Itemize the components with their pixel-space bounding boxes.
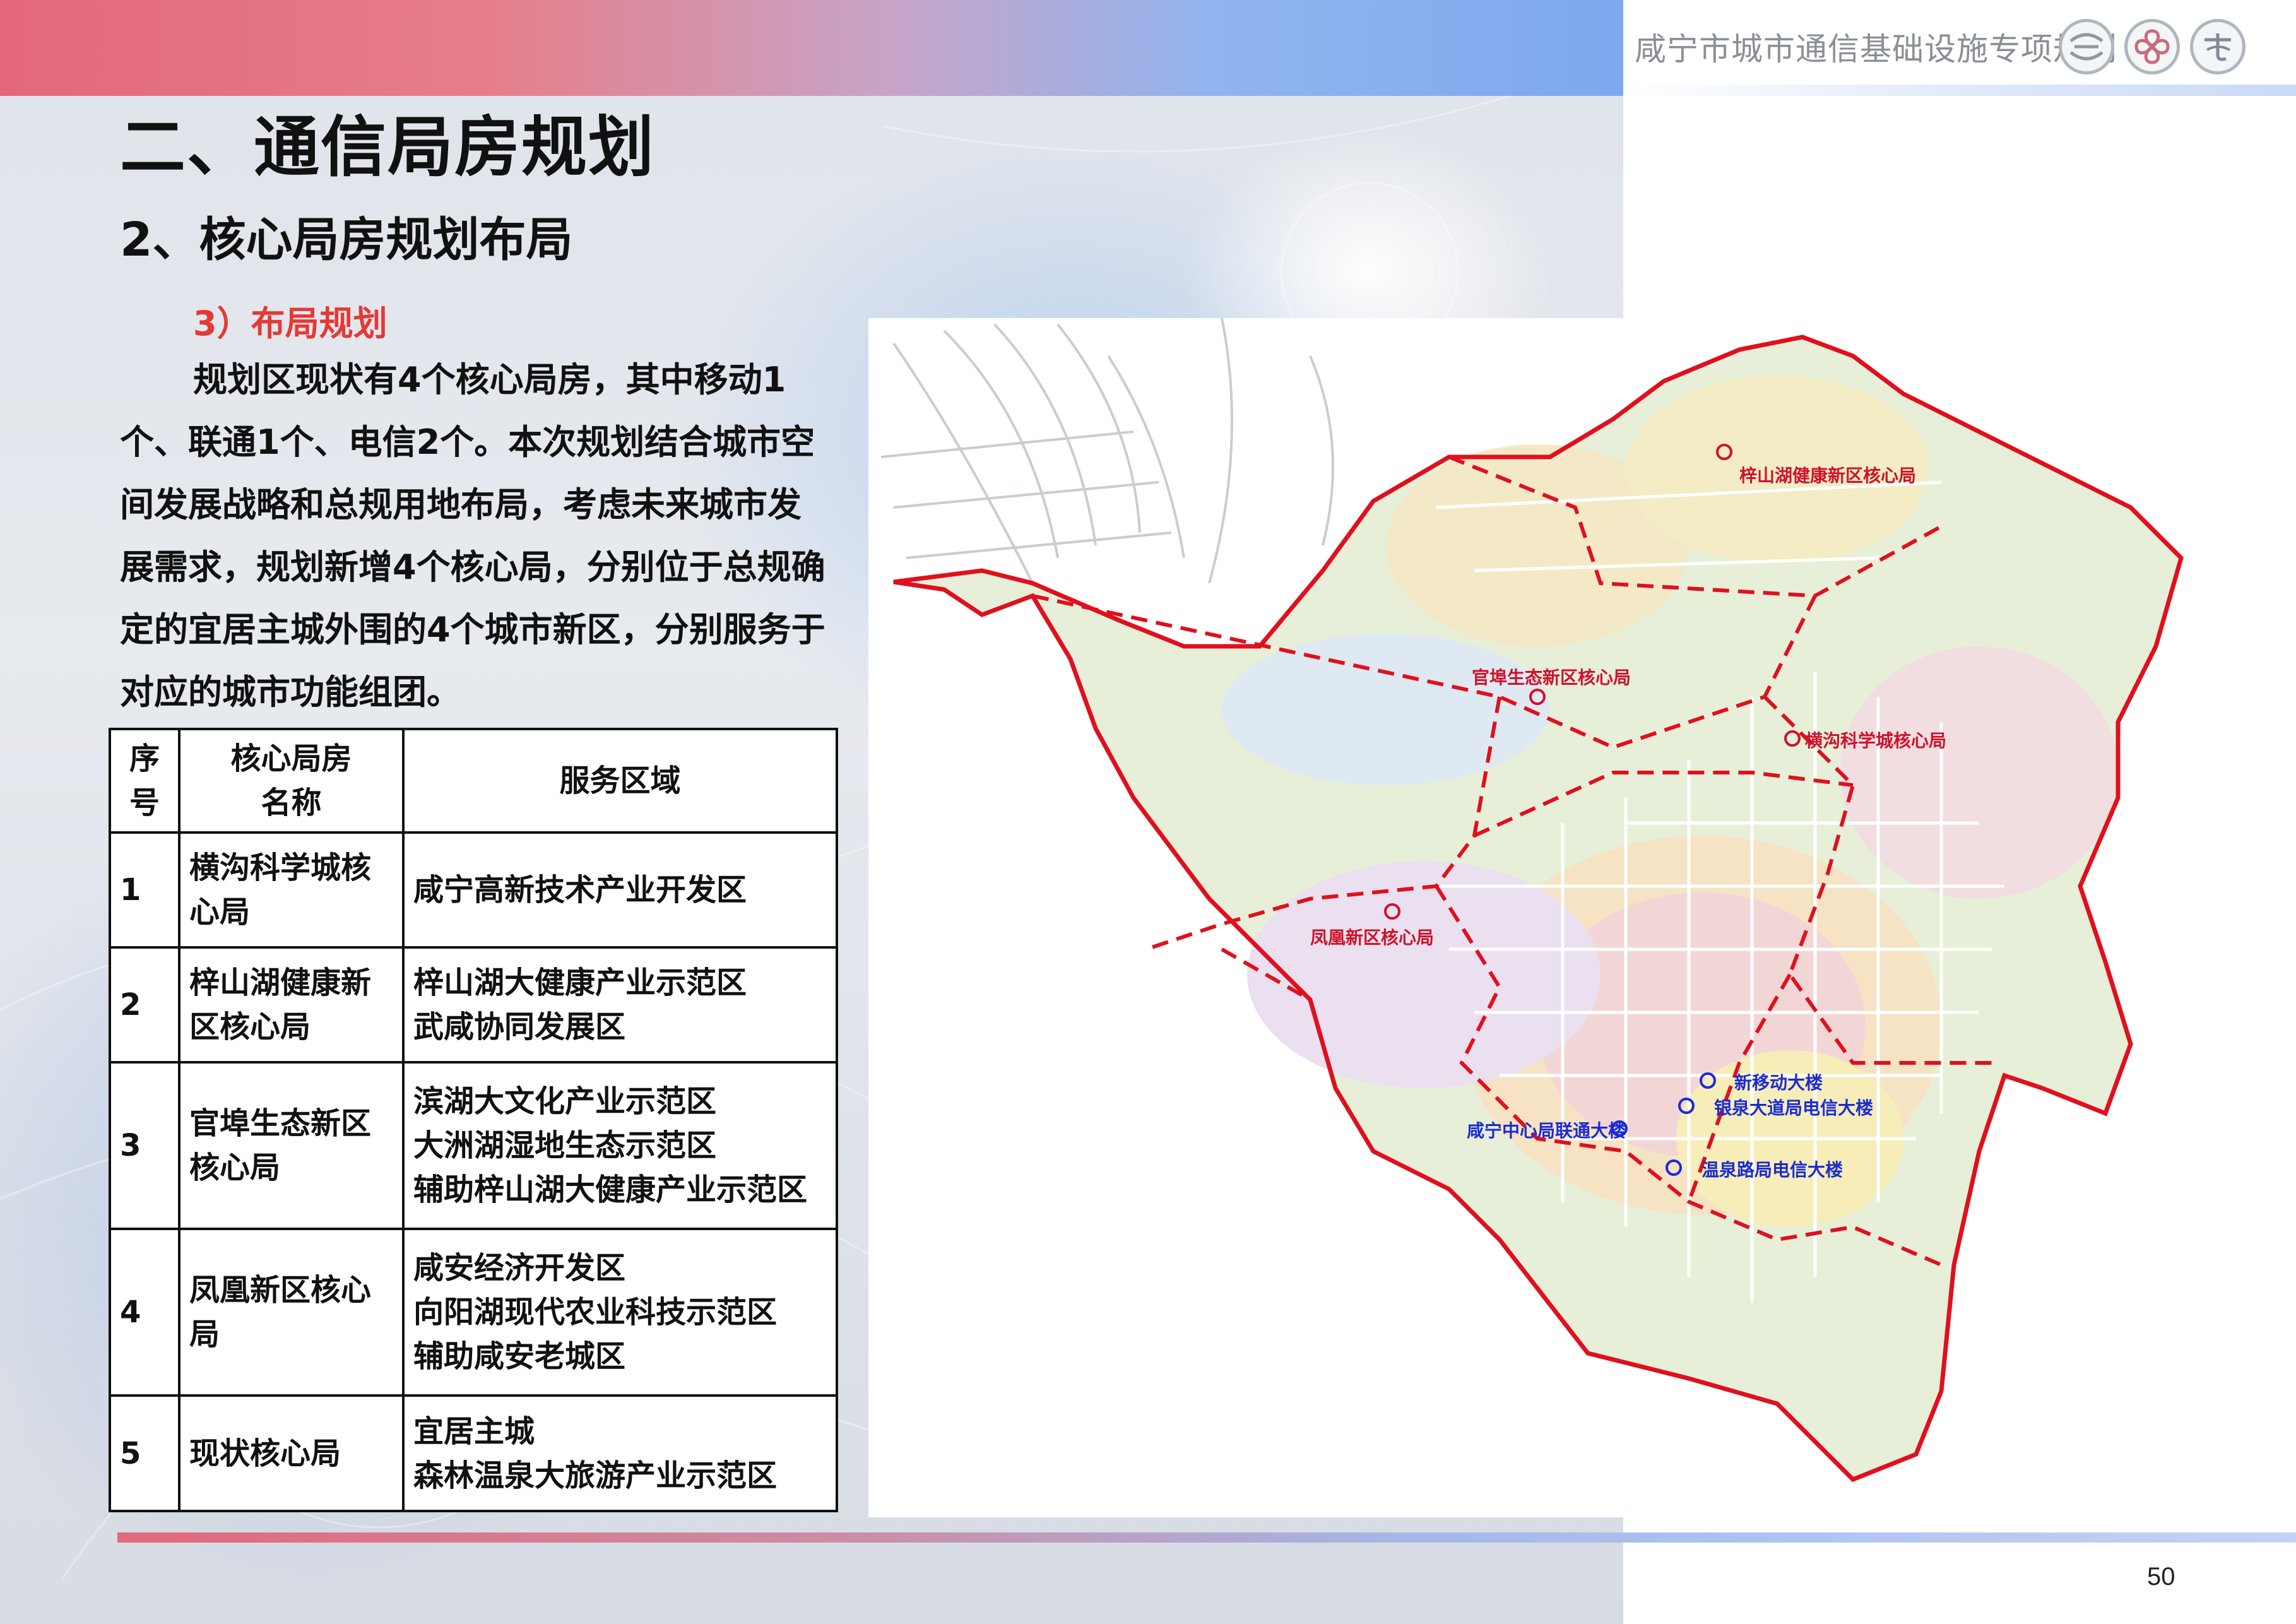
map-label-ziyanhu: 梓山湖健康新区核心局 <box>1739 465 1917 486</box>
row-index: 4 <box>109 1228 180 1397</box>
header-gradient-bar <box>0 0 1623 96</box>
row-name: 官埠生态新区 核心局 <box>178 1061 405 1230</box>
row-name: 横沟科学城核 心局 <box>178 831 405 949</box>
section-title: 二、通信局房规划 <box>120 109 656 186</box>
row-area-item: 滨湖大文化产业示范区 <box>413 1084 717 1119</box>
core-office-table: 序 号 核心局房 名称 服务区域 1 横沟科学城核 心局 咸宁高新技术产业开发区… <box>109 728 838 1512</box>
row-area-item: 森林温泉大旅游产业示范区 <box>413 1457 778 1493</box>
table-row: 5 现状核心局 宜居主城 森林温泉大旅游产业示范区 <box>109 1394 838 1512</box>
row-name-line1: 梓山湖健康新 <box>189 965 372 1000</box>
header-index-line1: 序 <box>129 741 160 776</box>
row-name-line2: 心局 <box>189 894 251 930</box>
table-row: 2 梓山湖健康新 区核心局 梓山湖大健康产业示范区 武咸协同发展区 <box>109 946 838 1064</box>
header-index-line2: 号 <box>129 785 160 821</box>
china-telecom-logo-icon <box>2190 19 2246 74</box>
map-label-fenghuang: 凤凰新区核心局 <box>1310 927 1435 948</box>
row-index: 2 <box>109 946 180 1064</box>
sub-subsection-title: 3）布局规划 <box>193 304 388 343</box>
table-header-row: 序 号 核心局房 名称 服务区域 <box>109 728 838 834</box>
row-name-line2: 局 <box>189 1317 220 1352</box>
china-unicom-logo-icon <box>2124 19 2180 74</box>
table-row: 4 凤凰新区核心 局 咸安经济开发区 向阳湖现代农业科技示范区 辅助咸安老城区 <box>109 1228 838 1397</box>
row-name-line1: 现状核心局 <box>189 1435 341 1471</box>
header-area: 服务区域 <box>402 728 838 834</box>
china-mobile-logo-icon <box>2059 19 2114 74</box>
map-label-wenquan: 温泉路局电信大楼 <box>1701 1159 1843 1180</box>
map-label-new-mobile: 新移动大楼 <box>1734 1072 1823 1093</box>
document-title: 咸宁市城市通信基础设施专项规划 <box>1635 31 2117 68</box>
row-area-item: 向阳湖现代农业科技示范区 <box>413 1295 778 1330</box>
header-underline <box>1623 85 2296 96</box>
row-area-item: 大洲湖湿地生态示范区 <box>413 1128 717 1163</box>
map-label-yinquan: 银泉大道局电信大楼 <box>1714 1098 1874 1118</box>
row-index: 1 <box>109 831 180 949</box>
body-paragraph: 规划区现状有4个核心局房，其中移动1个、联通1个、电信2个。本次规划结合城市空间… <box>120 360 825 712</box>
row-area-item: 武咸协同发展区 <box>413 1009 626 1045</box>
row-area-item: 辅助梓山湖大健康产业示范区 <box>413 1172 808 1207</box>
map-label-unicom: 咸宁中心局联通大楼 <box>1467 1120 1626 1141</box>
planning-map: 梓山湖健康新区核心局 官埠生态新区核心局 横沟科学城核心局 凤凰新区核心局 新移… <box>868 318 2239 1517</box>
row-name: 凤凰新区核心 局 <box>178 1228 405 1397</box>
header-index: 序 号 <box>109 728 180 834</box>
row-name: 梓山湖健康新 区核心局 <box>178 946 405 1064</box>
row-areas: 咸宁高新技术产业开发区 <box>402 831 838 949</box>
subsection-title: 2、核心局房规划布局 <box>120 213 573 267</box>
table-row: 3 官埠生态新区 核心局 滨湖大文化产业示范区 大洲湖湿地生态示范区 辅助梓山湖… <box>109 1061 838 1230</box>
row-area-item: 梓山湖大健康产业示范区 <box>413 965 747 1000</box>
table-row: 1 横沟科学城核 心局 咸宁高新技术产业开发区 <box>109 831 838 949</box>
map-graphic <box>880 318 2184 1483</box>
row-areas: 咸安经济开发区 向阳湖现代农业科技示范区 辅助咸安老城区 <box>402 1228 838 1397</box>
row-areas: 宜居主城 森林温泉大旅游产业示范区 <box>402 1394 838 1512</box>
header-name: 核心局房 名称 <box>178 728 405 834</box>
row-name-line1: 官埠生态新区 <box>189 1106 372 1141</box>
map-label-guanbu: 官埠生态新区核心局 <box>1472 667 1631 688</box>
row-name: 现状核心局 <box>178 1394 405 1512</box>
row-index: 3 <box>109 1061 180 1230</box>
row-areas: 梓山湖大健康产业示范区 武咸协同发展区 <box>402 946 838 1064</box>
header-name-line2: 名称 <box>261 785 322 821</box>
row-areas: 滨湖大文化产业示范区 大洲湖湿地生态示范区 辅助梓山湖大健康产业示范区 <box>402 1061 838 1230</box>
row-name-line1: 横沟科学城核 <box>189 850 372 886</box>
header-name-line1: 核心局房 <box>230 741 352 776</box>
row-name-line2: 区核心局 <box>189 1009 311 1045</box>
row-area-item: 咸宁高新技术产业开发区 <box>413 872 747 908</box>
map-label-henggou: 横沟科学城核心局 <box>1805 730 1947 751</box>
row-area-item: 咸安经济开发区 <box>413 1250 626 1286</box>
page-number: 50 <box>2147 1563 2175 1591</box>
row-name-line1: 凤凰新区核心 <box>189 1272 372 1308</box>
row-name-line2: 核心局 <box>189 1150 281 1185</box>
row-index: 5 <box>109 1394 180 1512</box>
row-area-item: 辅助咸安老城区 <box>413 1339 626 1374</box>
row-area-item: 宜居主城 <box>413 1413 535 1449</box>
road-network <box>880 318 1334 584</box>
footer-gradient-line <box>117 1532 2296 1543</box>
